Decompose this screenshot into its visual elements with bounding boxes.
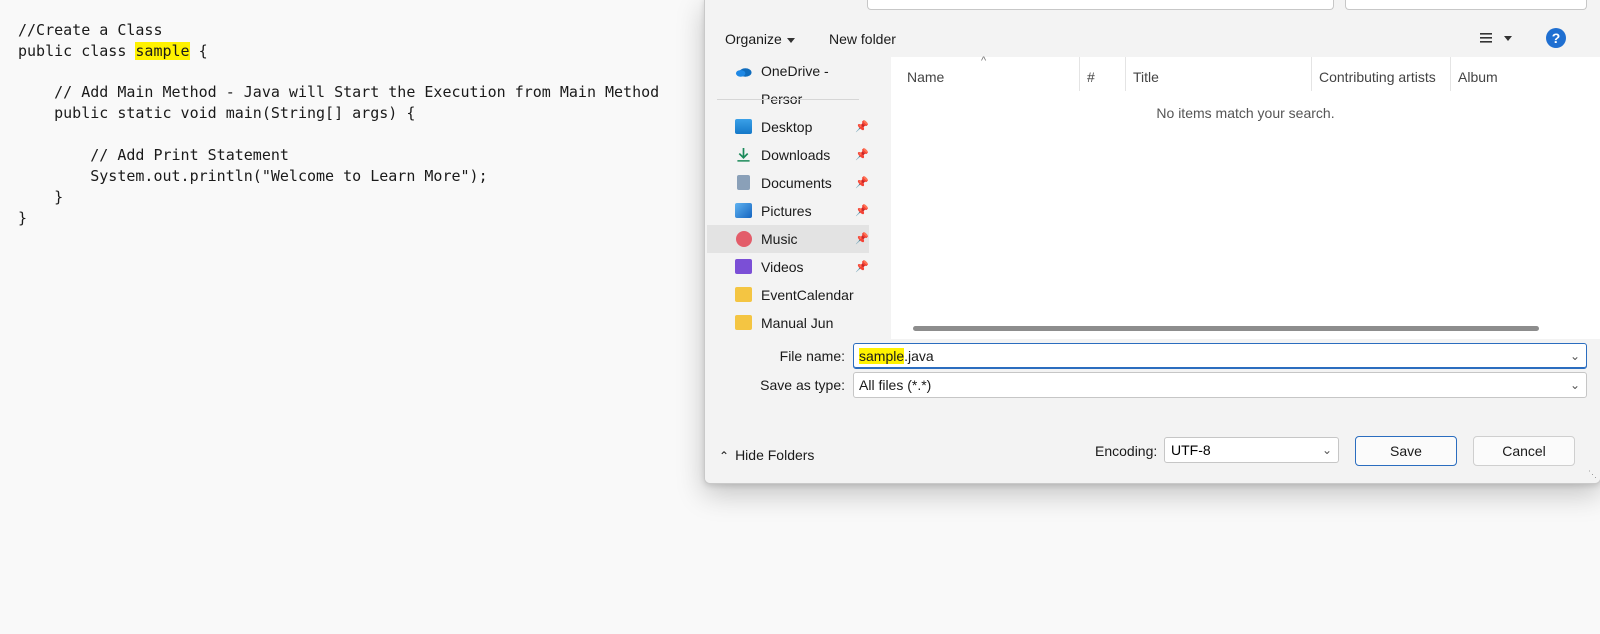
music-icon — [736, 231, 752, 247]
search-highlight: sample — [135, 42, 190, 60]
code-line: public class sample { — [18, 41, 208, 61]
column-header-album[interactable]: Album — [1450, 63, 1498, 91]
code-text: { — [189, 42, 208, 60]
address-bar[interactable] — [867, 0, 1334, 10]
nav-item-manual-jun[interactable]: Manual Jun — [707, 309, 869, 337]
code-line: public static void main(String[] args) { — [18, 104, 416, 122]
nav-item-downloads[interactable]: Downloads 📌 — [707, 141, 869, 169]
chevron-down-icon: ⌄ — [1321, 443, 1332, 457]
onedrive-icon — [735, 68, 752, 77]
nav-item-music[interactable]: Music 📌 — [707, 225, 869, 253]
nav-item-eventcalendar[interactable]: EventCalendar — [707, 281, 869, 309]
column-header-artists[interactable]: Contributing artists — [1311, 63, 1436, 91]
desktop-icon — [735, 119, 752, 134]
code-text: public class — [18, 42, 136, 60]
code-line: // Add Print Statement — [18, 146, 289, 164]
column-header-number[interactable]: # — [1079, 63, 1095, 91]
save-type-select[interactable]: All files (*.*) ⌄ — [853, 372, 1587, 398]
view-options-button[interactable] — [1473, 25, 1518, 49]
encoding-value: UTF-8 — [1171, 442, 1211, 458]
file-name-text: .java — [904, 348, 934, 364]
dialog-footer: ⌃ Hide Folders Encoding: UTF-8 ⌄ Save Can… — [705, 413, 1600, 483]
nav-item-desktop[interactable]: Desktop 📌 — [707, 113, 869, 141]
chevron-down-icon: ⌄ — [1569, 378, 1580, 392]
resize-grip-icon[interactable]: ⋱ — [1588, 469, 1597, 480]
nav-item-documents[interactable]: Documents 📌 — [707, 169, 869, 197]
code-line: } — [18, 209, 28, 227]
file-name-input[interactable]: sample.java ⌄ — [853, 343, 1587, 369]
hide-folders-button[interactable]: ⌃ Hide Folders — [719, 447, 814, 463]
cancel-button[interactable]: Cancel — [1473, 436, 1575, 466]
pin-icon[interactable]: 📌 — [855, 225, 869, 253]
column-header-title[interactable]: Title — [1125, 63, 1159, 91]
list-view-icon — [1480, 33, 1492, 43]
pin-icon[interactable]: 📌 — [855, 197, 869, 225]
downloads-icon — [737, 147, 750, 162]
search-highlight: sample — [859, 348, 905, 364]
folder-icon — [735, 315, 752, 330]
pin-icon[interactable]: 📌 — [855, 169, 869, 197]
sort-ascending-icon: ^ — [981, 55, 987, 67]
new-folder-button[interactable]: New folder — [823, 27, 902, 51]
save-form: File name: sample.java ⌄ Save as type: A… — [705, 339, 1600, 413]
pin-icon[interactable]: 📌 — [855, 113, 869, 141]
search-box[interactable] — [1345, 0, 1587, 10]
empty-message: No items match your search. — [1156, 105, 1335, 121]
encoding-select[interactable]: UTF-8 ⌄ — [1164, 437, 1339, 463]
save-as-dialog: Organize New folder ? OneDrive - Persor … — [704, 0, 1600, 484]
chevron-down-icon[interactable]: ⌄ — [1570, 344, 1580, 368]
file-name-label: File name: — [779, 348, 845, 364]
navigation-pane: OneDrive - Persor Desktop 📌 Downloads 📌 Do… — [705, 57, 869, 339]
help-icon[interactable]: ? — [1546, 28, 1566, 48]
documents-icon — [737, 175, 750, 190]
code-line: System.out.println("Welcome to Learn Mor… — [18, 167, 488, 185]
column-header-name[interactable]: Name — [899, 63, 944, 91]
chevron-down-icon — [786, 37, 795, 43]
pin-icon[interactable]: 📌 — [855, 253, 869, 281]
save-type-value: All files (*.*) — [859, 377, 932, 393]
encoding-label: Encoding: — [1095, 443, 1158, 459]
nav-item-pictures[interactable]: Pictures 📌 — [707, 197, 869, 225]
code-line: } — [18, 188, 64, 206]
nav-item-onedrive[interactable]: OneDrive - Persor — [707, 57, 869, 107]
chevron-up-icon: ⌃ — [719, 449, 730, 463]
folder-icon — [735, 287, 752, 302]
nav-divider — [717, 99, 859, 100]
pictures-icon — [735, 203, 752, 218]
organize-button[interactable]: Organize — [719, 27, 801, 51]
file-list: ^ Name # Title Contributing artists Albu… — [891, 55, 1600, 339]
save-button[interactable]: Save — [1355, 436, 1457, 466]
pin-icon[interactable]: 📌 — [855, 141, 869, 169]
code-line: // Add Main Method - Java will Start the… — [18, 83, 660, 101]
chevron-down-icon — [1503, 35, 1512, 41]
save-type-label: Save as type: — [760, 377, 845, 393]
nav-item-videos[interactable]: Videos 📌 — [707, 253, 869, 281]
videos-icon — [735, 259, 752, 274]
horizontal-scrollbar[interactable] — [913, 326, 1539, 331]
code-line: //Create a Class — [18, 21, 163, 39]
